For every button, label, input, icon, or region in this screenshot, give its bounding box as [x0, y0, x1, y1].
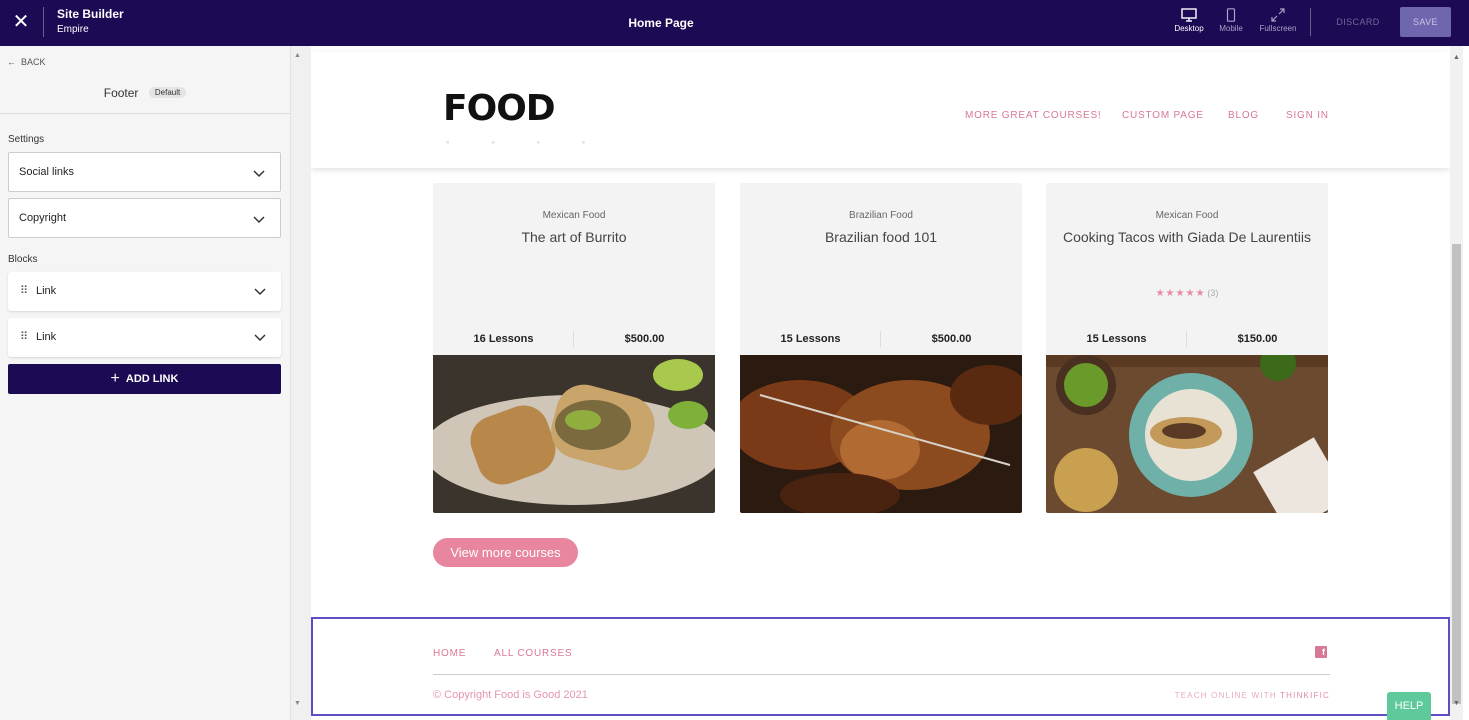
block-label: Link — [36, 331, 57, 343]
site-header: FOOD ● ● ● ● MORE GREAT COURSES! CUSTOM … — [311, 52, 1450, 168]
lesson-count: 15 Lessons — [1086, 333, 1147, 345]
sidebar-scrollbar[interactable]: ▲ ▼ — [290, 46, 303, 720]
page-title[interactable]: Home Page — [0, 16, 1322, 30]
blocks-heading: Blocks — [8, 254, 38, 265]
logo-decoration: ● ● ● ● — [446, 140, 606, 146]
site-logo[interactable]: FOOD — [443, 88, 556, 129]
mobile-icon — [1226, 8, 1236, 22]
scroll-up-icon[interactable]: ▲ — [1453, 54, 1460, 61]
footer-link[interactable]: HOME — [433, 648, 466, 659]
course-price: $500.00 — [931, 333, 972, 345]
copyright-text: © Copyright Food is Good 2021 — [433, 689, 588, 701]
discard-button[interactable]: DISCARD — [1328, 8, 1388, 36]
accordion-label: Copyright — [19, 212, 67, 224]
scroll-down-icon[interactable]: ▼ — [294, 700, 301, 707]
chevron-down-icon — [254, 334, 266, 342]
settings-heading: Settings — [8, 134, 45, 145]
powered-by[interactable]: TEACH ONLINE WITH THINKIFIC — [1173, 691, 1330, 700]
top-bar: ✕ Site Builder Empire Home Page Desktop … — [0, 0, 1469, 46]
drag-handle-icon[interactable]: ⠿ — [20, 285, 28, 297]
expand-icon — [1271, 8, 1285, 22]
nav-link[interactable]: CUSTOM PAGE — [1122, 110, 1204, 121]
copyright-accordion[interactable]: Copyright — [8, 198, 281, 238]
rating-count: (3) — [1207, 288, 1219, 298]
scroll-down-icon[interactable]: ▼ — [1453, 700, 1460, 707]
site-footer[interactable]: HOME ALL COURSES f © Copyright Food is G… — [311, 617, 1450, 716]
link-block[interactable]: ⠿ Link — [8, 272, 281, 311]
sidebar: ← BACK Footer Default Settings Social li… — [0, 46, 290, 720]
device-label: Desktop — [1174, 24, 1204, 33]
block-label: Link — [36, 285, 57, 297]
device-desktop-button[interactable]: Desktop — [1167, 8, 1211, 33]
course-category: Mexican Food — [1155, 210, 1219, 221]
course-category: Mexican Food — [542, 210, 606, 221]
chevron-down-icon — [253, 170, 265, 178]
link-block[interactable]: ⠿ Link — [8, 318, 281, 357]
divider — [1310, 8, 1311, 36]
section-title: Footer — [103, 85, 139, 100]
device-label: Fullscreen — [1259, 24, 1297, 33]
back-label: BACK — [21, 57, 46, 67]
view-more-courses-button[interactable]: View more courses — [433, 538, 578, 567]
course-card[interactable]: Mexican Food Cooking Tacos with Giada De… — [1046, 183, 1328, 513]
chevron-down-icon — [253, 216, 265, 224]
preview-scrollbar[interactable]: ▲ ▼ — [1450, 46, 1463, 720]
nav-link[interactable]: MORE GREAT COURSES! — [965, 110, 1102, 121]
footer-link[interactable]: ALL COURSES — [494, 648, 572, 659]
lesson-count: 16 Lessons — [473, 333, 534, 345]
nav-link[interactable]: SIGN IN — [1286, 110, 1329, 121]
course-card[interactable]: Brazilian Food Brazilian food 101 15 Les… — [740, 183, 1022, 513]
divider — [0, 113, 290, 114]
help-button[interactable]: HELP — [1387, 692, 1431, 720]
burrito-image — [433, 355, 715, 513]
panel-divider — [303, 46, 311, 720]
course-price: $500.00 — [624, 333, 665, 345]
course-title: Brazilian food 101 — [824, 229, 938, 245]
add-link-button[interactable]: + ADD LINK — [8, 364, 281, 394]
plus-icon: + — [110, 370, 120, 387]
device-label: Mobile — [1219, 24, 1243, 33]
chevron-down-icon — [254, 288, 266, 296]
course-category: Brazilian Food — [849, 210, 913, 221]
course-card[interactable]: Mexican Food The art of Burrito 16 Lesso… — [433, 183, 715, 513]
course-title: The art of Burrito — [521, 229, 627, 245]
device-mobile-button[interactable]: Mobile — [1209, 8, 1253, 33]
powered-by-prefix: TEACH ONLINE WITH — [1174, 691, 1277, 700]
social-links-accordion[interactable]: Social links — [8, 152, 281, 192]
back-button[interactable]: ← BACK — [7, 57, 46, 67]
nav-link[interactable]: BLOG — [1228, 110, 1259, 121]
tacos-image — [1046, 355, 1328, 513]
accordion-label: Social links — [19, 166, 75, 178]
site-preview: FOOD ● ● ● ● MORE GREAT COURSES! CUSTOM … — [311, 46, 1450, 720]
default-badge: Default — [148, 87, 187, 99]
add-link-label: ADD LINK — [125, 373, 179, 385]
divider — [433, 674, 1330, 675]
monitor-icon — [1181, 8, 1197, 22]
facebook-icon[interactable]: f — [1315, 646, 1327, 658]
rating: ★★★★★ (3) — [1046, 288, 1328, 299]
scroll-up-icon[interactable]: ▲ — [294, 52, 301, 59]
course-title: Cooking Tacos with Giada De Laurentiis — [1063, 229, 1311, 245]
save-button[interactable]: SAVE — [1400, 7, 1451, 37]
star-rating: ★★★★★ — [1155, 288, 1206, 299]
course-price: $150.00 — [1237, 333, 1278, 345]
powered-by-brand: THINKIFIC — [1280, 691, 1330, 700]
churrasco-image — [740, 355, 1022, 513]
device-fullscreen-button[interactable]: Fullscreen — [1256, 8, 1300, 33]
scrollbar-thumb[interactable] — [1452, 244, 1461, 704]
section-header: Footer Default — [0, 84, 290, 102]
arrow-left-icon: ← — [7, 57, 16, 67]
drag-handle-icon[interactable]: ⠿ — [20, 331, 28, 343]
lesson-count: 15 Lessons — [780, 333, 841, 345]
